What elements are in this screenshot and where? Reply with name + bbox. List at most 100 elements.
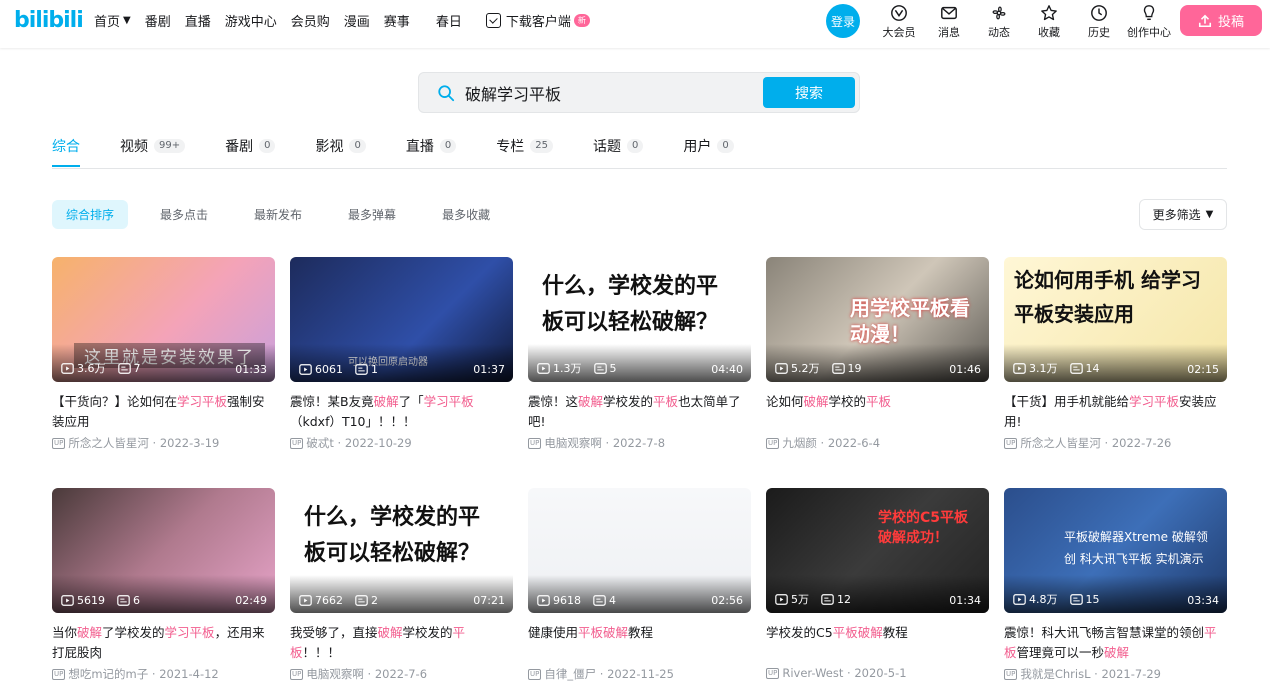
play-count: 5万 bbox=[775, 591, 809, 607]
tab-bangumi[interactable]: 番剧 0 bbox=[225, 136, 276, 156]
nav-esports[interactable]: 赛事 bbox=[384, 11, 410, 30]
uploader-name[interactable]: 电脑观察啊 bbox=[544, 435, 602, 451]
favorite-label: 收藏 bbox=[1038, 26, 1060, 39]
sort-most-clicks[interactable]: 最多点击 bbox=[146, 200, 222, 229]
video-card[interactable]: 5619 6 02:49 当你破解了学校发的学习平板，还用来打屁股肉 UP 想吃m记的m子… bbox=[52, 488, 275, 682]
upload-icon bbox=[1198, 14, 1212, 27]
uploader-name[interactable]: 九烟颜 bbox=[782, 435, 817, 451]
video-thumbnail[interactable]: 用学校平板看动漫！ 5.2万 19 01:46 bbox=[766, 257, 989, 382]
history-link[interactable]: 历史 bbox=[1074, 0, 1124, 40]
uploader-name[interactable]: River-West bbox=[782, 666, 843, 680]
video-title[interactable]: 【干货】用手机就能给学习平板安装应用! bbox=[1004, 392, 1227, 432]
search-icon bbox=[438, 85, 455, 102]
uploader-name[interactable]: 所念之人皆星河 bbox=[1020, 435, 1101, 451]
video-title[interactable]: 我受够了，直接破解学校发的平板！！！ bbox=[290, 623, 513, 663]
video-title[interactable]: 健康使用平板破解教程 bbox=[528, 623, 751, 663]
video-card[interactable]: 什么，学校发的平板可以轻松破解？ 1.3万 5 04:40 震惊！这破解学校发的平板也太… bbox=[528, 257, 751, 451]
video-card[interactable]: 可以换回原启动器6061101:37 震惊！某B友竟破解了「学习平板（kdxf）T… bbox=[290, 257, 513, 451]
tab-article[interactable]: 专栏 25 bbox=[496, 136, 553, 156]
video-meta: UP 想吃m记的m子 · 2021-4-12 bbox=[52, 666, 275, 682]
dynamic-link[interactable]: 动态 bbox=[974, 0, 1024, 40]
bilibili-logo[interactable]: bilibili bbox=[14, 8, 84, 33]
uploader-name[interactable]: 破忒t bbox=[306, 435, 334, 451]
video-card[interactable]: 论如何用手机 给学习平板安装应用 3.1万 14 02:15 【干货】用手机就能给学习平… bbox=[1004, 257, 1227, 451]
tab-video[interactable]: 视频 99+ bbox=[120, 136, 186, 156]
nav-game-center[interactable]: 游戏中心 bbox=[225, 11, 277, 30]
tab-all[interactable]: 综合 bbox=[52, 136, 80, 156]
active-tab-indicator bbox=[52, 165, 80, 167]
video-thumbnail[interactable]: 可以换回原启动器6061101:37 bbox=[290, 257, 513, 382]
search-input[interactable] bbox=[465, 81, 755, 105]
video-stats: 5619 6 bbox=[61, 594, 152, 607]
play-count-value: 7662 bbox=[315, 594, 343, 607]
title-segment: 震惊！科大讯飞畅言智慧课堂的领创 bbox=[1004, 625, 1205, 640]
nav-spring[interactable]: 春日 bbox=[436, 11, 462, 30]
tab-user[interactable]: 用户 0 bbox=[683, 136, 734, 156]
video-title[interactable]: 震惊！这破解学校发的平板也太简单了吧! bbox=[528, 392, 751, 432]
sort-options: 综合排序 最多点击 最新发布 最多弹幕 最多收藏 bbox=[52, 200, 522, 229]
thumbnail-caption: 学校的C5平板破解成功！ bbox=[878, 510, 969, 546]
video-thumbnail[interactable]: 什么，学校发的平板可以轻松破解？ 7662 2 07:21 bbox=[290, 488, 513, 613]
more-filter-button[interactable]: 更多筛选 ▼ bbox=[1139, 199, 1227, 230]
tab-count: 0 bbox=[439, 139, 457, 153]
video-title[interactable]: 【干货向？】论如何在学习平板强制安装应用 bbox=[52, 392, 275, 432]
uploader-name[interactable]: 电脑观察啊 bbox=[306, 666, 364, 682]
uploader-name[interactable]: 自律_僵尸 bbox=[544, 666, 596, 682]
creator-center-link[interactable]: 创作中心 bbox=[1124, 0, 1174, 40]
login-button[interactable]: 登录 bbox=[826, 4, 860, 38]
sort-most-favorites[interactable]: 最多收藏 bbox=[428, 200, 504, 229]
video-card[interactable]: 什么，学校发的平板可以轻松破解？ 7662 2 07:21 我受够了，直接破解学校发的平… bbox=[290, 488, 513, 682]
title-segment: 学习平板 bbox=[423, 394, 474, 409]
video-thumbnail[interactable]: 平板破解器Xtreme 破解领创 科大讯飞平板 实机演示 4.8万 15 03:34 bbox=[1004, 488, 1227, 613]
download-client-link[interactable]: 下载客户端 新 bbox=[485, 11, 590, 30]
video-title[interactable]: 当你破解了学校发的学习平板，还用来打屁股肉 bbox=[52, 623, 275, 663]
video-card[interactable]: 平板破解器Xtreme 破解领创 科大讯飞平板 实机演示 4.8万 15 03:34 震… bbox=[1004, 488, 1227, 682]
danmaku-icon bbox=[1069, 593, 1083, 605]
tab-live[interactable]: 直播 0 bbox=[406, 136, 457, 156]
video-title[interactable]: 震惊！某B友竟破解了「学习平板 （kdxf）T10」！！！ bbox=[290, 392, 513, 432]
video-title[interactable]: 震惊！科大讯飞畅言智慧课堂的领创平板管理竟可以一秒破解 bbox=[1004, 623, 1227, 663]
play-count-icon bbox=[775, 362, 788, 374]
danmaku-count: 14 bbox=[1069, 362, 1100, 375]
upload-button[interactable]: 投稿 bbox=[1180, 5, 1262, 36]
vip-link[interactable]: 大会员 bbox=[874, 0, 924, 40]
message-link[interactable]: 消息 bbox=[924, 0, 974, 40]
title-segment: 管理竟可以一秒 bbox=[1016, 645, 1105, 660]
video-card[interactable]: 学校的C5平板破解成功！ 5万 12 01:34 学校发的C5平板破解教程 UP River… bbox=[766, 488, 989, 680]
play-count-icon bbox=[61, 595, 74, 606]
video-thumbnail[interactable]: 学校的C5平板破解成功！ 5万 12 01:34 bbox=[766, 488, 989, 613]
video-title[interactable]: 学校发的C5平板破解教程 bbox=[766, 623, 989, 663]
sort-newest[interactable]: 最新发布 bbox=[240, 200, 316, 229]
play-count-value: 4.8万 bbox=[1029, 593, 1058, 606]
video-card[interactable]: 用学校平板看动漫！ 5.2万 19 01:46 论如何破解学校的平板 UP 九烟颜 · 20… bbox=[766, 257, 989, 451]
video-stats: 9618 4 bbox=[537, 594, 628, 607]
sort-most-danmaku[interactable]: 最多弹幕 bbox=[334, 200, 410, 229]
nav-mall[interactable]: 会员购 bbox=[291, 11, 330, 30]
video-thumbnail[interactable]: 什么，学校发的平板可以轻松破解？ 1.3万 5 04:40 bbox=[528, 257, 751, 382]
title-segment: 破解 bbox=[578, 394, 604, 409]
sort-default[interactable]: 综合排序 bbox=[52, 200, 129, 229]
message-icon bbox=[941, 6, 957, 20]
video-thumbnail[interactable]: 5619 6 02:49 bbox=[52, 488, 275, 613]
nav-manga[interactable]: 漫画 bbox=[344, 11, 370, 30]
uploader-name[interactable]: 想吃m记的m子 bbox=[68, 666, 148, 682]
video-thumbnail[interactable]: 9618 4 02:56 bbox=[528, 488, 751, 613]
danmaku-icon bbox=[355, 595, 368, 606]
video-thumbnail[interactable]: 这里就是安装效果了3.6万701:33 bbox=[52, 257, 275, 382]
favorite-link[interactable]: 收藏 bbox=[1024, 0, 1074, 40]
video-card[interactable]: 9618 4 02:56 健康使用平板破解教程 UP 自律_僵尸 · 2022-11-25 bbox=[528, 488, 751, 682]
nav-anime[interactable]: 番剧 bbox=[145, 11, 171, 30]
video-card[interactable]: 这里就是安装效果了3.6万701:33【干货向？】论如何在学习平板强制安装应用U… bbox=[52, 257, 275, 451]
uploader-name[interactable]: 我就是ChrisL bbox=[1020, 666, 1090, 682]
tab-film[interactable]: 影视 0 bbox=[315, 136, 366, 156]
video-thumbnail[interactable]: 论如何用手机 给学习平板安装应用 3.1万 14 02:15 bbox=[1004, 257, 1227, 382]
nav-live[interactable]: 直播 bbox=[185, 11, 211, 30]
search-button[interactable]: 搜索 bbox=[763, 77, 855, 108]
tab-topic[interactable]: 话题 0 bbox=[593, 136, 644, 156]
title-segment: 学校发的 bbox=[603, 394, 654, 409]
video-title[interactable]: 论如何破解学校的平板 bbox=[766, 392, 989, 432]
uploader-name[interactable]: 所念之人皆星河 bbox=[68, 435, 149, 451]
title-segment: 学校发的C5 bbox=[766, 625, 833, 640]
nav-home[interactable]: 首页 ▼ bbox=[94, 11, 131, 30]
thumbnail-caption: 用学校平板看动漫！ bbox=[850, 296, 970, 346]
